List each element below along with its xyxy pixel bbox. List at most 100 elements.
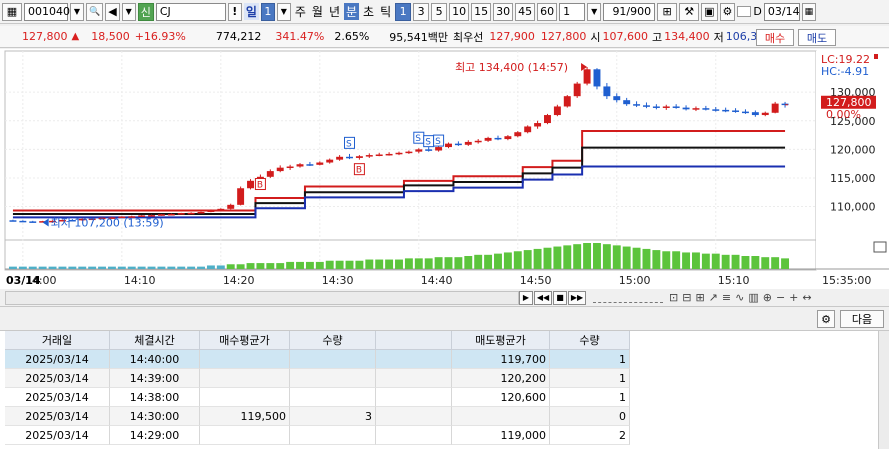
interval-1[interactable]: 1 [395,2,412,21]
candle-body[interactable] [643,105,650,107]
gear-icon[interactable]: ⚙ [719,2,736,21]
candle-body[interactable] [712,109,720,111]
buy-button[interactable]: 매수 [756,29,794,46]
candle-body[interactable] [207,209,215,212]
candle-body[interactable] [652,106,660,108]
period-week[interactable]: 주 [293,3,308,20]
candle-body[interactable] [702,108,710,110]
candle-body[interactable] [623,100,631,105]
drawing-tools[interactable]: ⊡ ⊟ ⊞ ↗ ≡ ∿ ▥ ⊕ − + ↔ [669,291,812,304]
volume-pane-toggle-icon[interactable] [873,241,887,253]
candle-body[interactable] [504,136,512,140]
candle-body[interactable] [771,103,779,113]
indicator-icon[interactable]: ⚒ [679,2,700,21]
table-row[interactable]: 2025/03/14 14:39:00 120,200 1 [5,369,630,388]
candle-body[interactable] [692,108,700,110]
candle-body[interactable] [187,212,195,215]
alert-button[interactable]: ! [227,2,242,21]
table-vertical-scrollbar[interactable] [878,331,889,449]
candle-body[interactable] [276,167,284,172]
candle-body[interactable] [583,69,591,84]
candle-body[interactable] [514,132,522,137]
candle-body[interactable] [296,164,304,167]
interval-45[interactable]: 45 [515,2,536,21]
chart-tool-icon[interactable]: ▥ [748,291,758,304]
candle-body[interactable] [751,112,759,116]
candle-body[interactable] [197,211,205,214]
candle-body[interactable] [633,104,641,106]
candle-body[interactable] [167,213,175,216]
chart-svg[interactable]: BSBS S S 110,000115,000120,000125,000130,0… [0,49,889,289]
candle-body[interactable] [524,126,532,133]
price-chart[interactable]: BSBSSS 110,000 115,000 120,000 125,000 130,0… [0,49,889,289]
expand-icon[interactable]: ↔ [802,291,811,304]
table-row[interactable]: 2025/03/14 14:40:00 119,700 1 [5,350,630,369]
interval-select-dropdown-icon[interactable]: ▼ [587,2,602,21]
interval-60[interactable]: 60 [537,2,558,21]
table-row[interactable]: 2025/03/14 14:29:00 119,000 2 [5,426,630,445]
trend-tool-icon[interactable]: ↗ [709,291,718,304]
stock-code-input[interactable]: 001040 [24,2,70,21]
stop-button[interactable]: ■ [553,290,567,305]
signal-marker-S[interactable]: S [423,135,435,148]
interval-15[interactable]: 15 [471,2,492,21]
candle-body[interactable] [217,208,225,211]
sound-dropdown-icon[interactable]: ▼ [121,2,136,21]
date-input[interactable]: 03/14 [763,2,800,21]
candle-body[interactable] [326,159,334,163]
zoom-slider[interactable] [593,293,663,303]
candle-body[interactable] [761,112,769,116]
period-second[interactable]: 초 [361,3,376,20]
data-count-input[interactable]: 91/900 [603,2,656,21]
col-header-buy-avg[interactable]: 매수평균가 [200,331,290,350]
candle-body[interactable] [484,137,492,141]
candle-body[interactable] [593,69,601,87]
code-dropdown-icon[interactable]: ▼ [70,2,84,21]
wave-tool-icon[interactable]: ∿ [735,291,744,304]
candle-body[interactable] [227,204,235,209]
table-row[interactable]: 2025/03/14 14:38:00 120,600 1 [5,388,630,407]
interval-3[interactable]: 3 [413,2,430,21]
candle-body[interactable] [237,188,245,205]
zoom-tool-icon[interactable]: ⊕ [763,291,772,304]
candle-body[interactable] [573,83,581,97]
candle-body[interactable] [355,156,363,158]
candle-body[interactable] [662,106,670,108]
period-value[interactable]: 1 [260,2,275,21]
sell-button[interactable]: 매도 [798,29,836,46]
candle-body[interactable] [9,220,17,222]
grid-gear-icon[interactable]: ⚙ [817,310,835,328]
candle-body[interactable] [425,149,433,151]
grid-tool-icon[interactable]: ⊞ [695,291,704,304]
interval-5[interactable]: 5 [431,2,448,21]
candle-body[interactable] [365,155,373,157]
col-header-date[interactable]: 거래일 [5,331,110,350]
signal-marker-B[interactable]: B [353,163,365,176]
period-dropdown-icon[interactable]: ▼ [276,2,291,21]
search-icon[interactable]: 🔍 [86,2,104,21]
scroll-first-button[interactable]: ◀◀ [534,290,552,305]
col-header-buy-qty[interactable]: 수량 [290,331,376,350]
signal-marker-S[interactable]: S [413,131,425,144]
interval-10[interactable]: 10 [449,2,470,21]
plus-icon[interactable]: + [789,291,798,304]
period-minute[interactable]: 분 [344,3,360,20]
candle-body[interactable] [732,110,740,112]
signal-marker-S[interactable]: S [433,134,445,147]
col-header-blank[interactable] [376,331,452,350]
candle-body[interactable] [375,154,383,157]
candle-body[interactable] [544,115,551,124]
candle-body[interactable] [603,86,611,97]
period-month[interactable]: 월 [310,3,325,20]
scroll-last-button[interactable]: ▶▶ [568,290,586,305]
interval-30[interactable]: 30 [493,2,514,21]
period-tick[interactable]: 틱 [378,3,393,20]
col-header-sell-qty[interactable]: 수량 [550,331,630,350]
candle-body[interactable] [336,156,344,160]
next-button[interactable]: 다음 [840,310,884,328]
cursor-tool-icon[interactable]: ⊡ [669,291,678,304]
candle-body[interactable] [177,213,185,215]
candle-body[interactable] [563,96,571,107]
col-header-sell-avg[interactable]: 매도평균가 [452,331,550,350]
candle-body[interactable] [346,156,353,159]
